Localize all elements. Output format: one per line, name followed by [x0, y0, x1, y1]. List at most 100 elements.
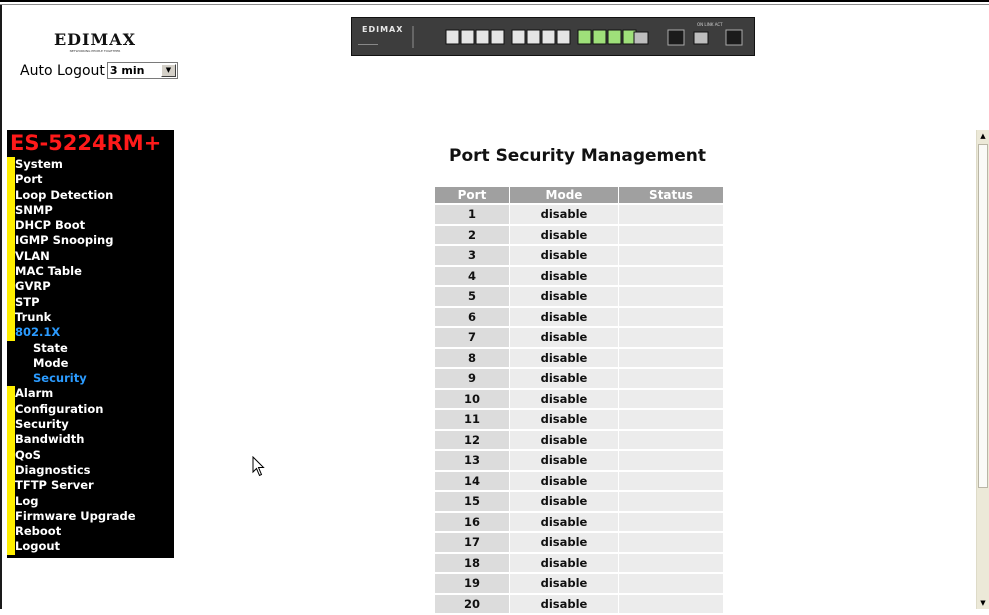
sidebar-item-security-sub[interactable]: Security [7, 371, 174, 386]
mode-cell: disable [510, 287, 618, 306]
sidebar-item-diagnostics[interactable]: Diagnostics [7, 462, 174, 479]
sidebar-item-port[interactable]: Port [7, 172, 174, 188]
table-row: 15 disable [435, 492, 723, 511]
menu-marker-icon [7, 218, 15, 234]
mode-cell: disable [510, 328, 618, 347]
sidebar-item-label: Alarm [15, 386, 54, 401]
table-row: 12 disable [435, 430, 723, 449]
sidebar-item-configuration[interactable]: Configuration [7, 401, 174, 418]
sidebar-item-label: VLAN [15, 248, 50, 263]
sidebar-item-label: MAC Table [15, 264, 82, 279]
status-cell [619, 369, 723, 388]
sidebar-item-igmp-snooping[interactable]: IGMP Snooping [7, 233, 174, 249]
sidebar-item-label: State [33, 340, 68, 355]
menu-marker-icon [7, 462, 15, 479]
scroll-thumb[interactable] [978, 144, 988, 488]
sidebar-item-system[interactable]: System [7, 157, 174, 173]
menu-marker-icon [7, 478, 15, 494]
mode-cell: disable [510, 389, 618, 408]
sidebar-item-mode-sub[interactable]: Mode [7, 356, 174, 371]
auto-logout-select[interactable]: 3 min ▼ [106, 62, 178, 79]
sidebar-item-label: TFTP Server [15, 478, 94, 493]
sidebar-item-state-sub[interactable]: State [7, 341, 174, 356]
menu-marker-icon [7, 172, 15, 188]
sidebar-item-802-1x[interactable]: 802.1X [7, 325, 174, 341]
sidebar-item-label: GVRP [15, 279, 51, 294]
auto-logout: Auto Logout 3 min ▼ [20, 62, 178, 79]
sidebar-item-snmp[interactable]: SNMP [7, 202, 174, 219]
table-row: 2 disable [435, 225, 723, 244]
sidebar-item-label: System [15, 157, 63, 171]
frame-left-border [0, 5, 2, 609]
mode-cell: disable [510, 574, 618, 593]
mouse-cursor-icon [252, 456, 265, 477]
scroll-down-arrow-icon[interactable]: ▼ [977, 597, 989, 609]
switch-front-panel-image: EDIMAX ON LINK ACT [351, 17, 755, 56]
chevron-down-icon[interactable]: ▼ [160, 64, 176, 77]
mode-cell: disable [510, 553, 618, 572]
port-cell: 13 [435, 451, 509, 470]
port-cell: 5 [435, 287, 509, 306]
port-cell: 6 [435, 307, 509, 326]
sidebar-item-firmware-upgrade[interactable]: Firmware Upgrade [7, 508, 174, 525]
sidebar-item-gvrp[interactable]: GVRP [7, 279, 174, 295]
port-cell: 12 [435, 430, 509, 449]
menu-marker-icon [7, 202, 15, 219]
port-cell: 14 [435, 471, 509, 490]
status-cell [619, 492, 723, 511]
sidebar-item-mac-table[interactable]: MAC Table [7, 264, 174, 280]
sidebar-item-log[interactable]: Log [7, 493, 174, 509]
sidebar-item-tftp-server[interactable]: TFTP Server [7, 478, 174, 494]
sidebar-item-alarm[interactable]: Alarm [7, 386, 174, 402]
sidebar-item-stp[interactable]: STP [7, 294, 174, 310]
sidebar-item-logout[interactable]: Logout [7, 539, 174, 555]
port-cell: 9 [435, 369, 509, 388]
table-row: 20 disable [435, 594, 723, 613]
menu-marker-icon [7, 187, 15, 203]
sidebar-item-loop-detection[interactable]: Loop Detection [7, 187, 174, 203]
port-cell: 19 [435, 574, 509, 593]
sidebar-item-security[interactable]: Security [7, 417, 174, 433]
sidebar-item-label: Loop Detection [15, 187, 114, 202]
port-cell: 7 [435, 328, 509, 347]
mode-cell: disable [510, 348, 618, 367]
mode-cell: disable [510, 594, 618, 613]
table-row: 5 disable [435, 287, 723, 306]
switch-ports-graphic: ON LINK ACT [358, 22, 743, 48]
port-cell: 4 [435, 266, 509, 285]
mode-cell: disable [510, 492, 618, 511]
table-row: 4 disable [435, 266, 723, 285]
port-cell: 15 [435, 492, 509, 511]
scroll-up-arrow-icon[interactable]: ▲ [977, 130, 989, 142]
sidebar-item-vlan[interactable]: VLAN [7, 248, 174, 265]
sidebar-item-label: Firmware Upgrade [15, 508, 136, 523]
port-cell: 8 [435, 348, 509, 367]
table-row: 1 disable [435, 205, 723, 224]
status-cell [619, 512, 723, 531]
status-cell [619, 246, 723, 265]
menu-marker-icon [7, 417, 15, 433]
mode-cell: disable [510, 451, 618, 470]
status-cell [619, 533, 723, 552]
sidebar-item-label: Port [15, 172, 43, 187]
sidebar-item-bandwidth[interactable]: Bandwidth [7, 432, 174, 448]
table-row: 14 disable [435, 471, 723, 490]
sidebar-item-qos[interactable]: QoS [7, 447, 174, 463]
column-header-mode: Mode [510, 187, 618, 203]
auto-logout-value: 3 min [109, 64, 145, 77]
column-header-port: Port [435, 187, 509, 203]
sidebar-item-trunk[interactable]: Trunk [7, 309, 174, 326]
sidebar-item-reboot[interactable]: Reboot [7, 524, 174, 540]
port-cell: 10 [435, 389, 509, 408]
port-cell: 17 [435, 533, 509, 552]
vertical-scrollbar[interactable]: ▲ ▼ [976, 130, 989, 609]
table-row: 19 disable [435, 574, 723, 593]
status-cell [619, 471, 723, 490]
mode-cell: disable [510, 410, 618, 429]
sidebar-item-dhcp-boot[interactable]: DHCP Boot [7, 218, 174, 234]
status-cell [619, 287, 723, 306]
auto-logout-label: Auto Logout [20, 62, 105, 79]
menu-marker-icon [7, 386, 15, 402]
svg-text:ON LINK ACT: ON LINK ACT [697, 22, 723, 27]
table-row: 6 disable [435, 307, 723, 326]
